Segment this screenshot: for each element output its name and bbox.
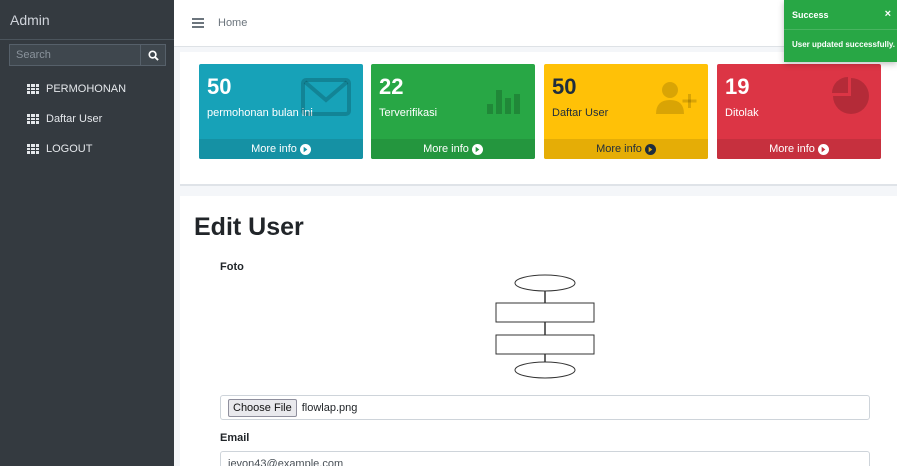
stats-panel: 50 permohonan bulan ini More info 22 Ter… bbox=[180, 52, 897, 186]
stat-box-ditolak: 19 Ditolak More info bbox=[717, 64, 881, 159]
more-info-link[interactable]: More info bbox=[717, 139, 881, 159]
more-info-label: More info bbox=[596, 143, 642, 155]
pie-chart-icon bbox=[832, 77, 869, 114]
choose-file-button[interactable]: Choose File bbox=[228, 398, 297, 417]
grid-icon bbox=[27, 114, 39, 124]
sidebar-item-permohonan[interactable]: PERMOHONAN bbox=[0, 74, 174, 104]
stat-box-daftar-user: 50 Daftar User More info bbox=[544, 64, 708, 159]
email-label: Email bbox=[220, 432, 250, 444]
stat-number: 22 bbox=[379, 74, 404, 99]
arrow-circle-right-icon bbox=[471, 143, 483, 155]
email-field[interactable] bbox=[220, 451, 870, 466]
user-plus-icon bbox=[656, 82, 697, 114]
toast-message: User updated successfully. bbox=[792, 40, 895, 49]
edit-user-form: Edit User Foto Choose File flowlap.png E… bbox=[180, 196, 897, 466]
page-title: Edit User bbox=[194, 213, 304, 241]
arrow-circle-right-icon bbox=[817, 143, 829, 155]
sidebar-item-daftar-user[interactable]: Daftar User bbox=[0, 104, 174, 134]
toast-header: Success × bbox=[784, 0, 897, 30]
stat-number: 19 bbox=[725, 74, 750, 99]
more-info-label: More info bbox=[769, 143, 815, 155]
arrow-circle-right-icon bbox=[299, 143, 311, 155]
stat-number: 50 bbox=[207, 74, 232, 99]
sidebar-item-label: LOGOUT bbox=[46, 143, 93, 155]
photo-preview bbox=[495, 274, 595, 379]
envelope-icon bbox=[301, 78, 351, 116]
bar-chart-icon bbox=[487, 90, 520, 114]
close-icon[interactable]: × bbox=[885, 8, 891, 20]
search-icon bbox=[147, 49, 159, 61]
stat-box-terverifikasi: 22 Terverifikasi More info bbox=[371, 64, 535, 159]
sidebar: Admin PERMOHONAN Daftar User LOGOUT bbox=[0, 0, 174, 466]
brand-title[interactable]: Admin bbox=[0, 0, 174, 40]
more-info-label: More info bbox=[251, 143, 297, 155]
photo-label: Foto bbox=[220, 261, 244, 273]
search-button[interactable] bbox=[140, 44, 166, 66]
more-info-label: More info bbox=[423, 143, 469, 155]
success-toast: Success × User updated successfully. bbox=[784, 0, 897, 62]
stat-label: permohonan bulan ini bbox=[207, 107, 313, 119]
arrow-circle-right-icon bbox=[644, 143, 656, 155]
stat-label: Terverifikasi bbox=[379, 107, 438, 119]
sidebar-item-logout[interactable]: LOGOUT bbox=[0, 134, 174, 164]
more-info-link[interactable]: More info bbox=[199, 139, 363, 159]
home-link[interactable]: Home bbox=[218, 17, 247, 29]
toast-title: Success bbox=[792, 9, 829, 20]
photo-file-input[interactable]: Choose File flowlap.png bbox=[220, 395, 870, 420]
stat-box-permohonan: 50 permohonan bulan ini More info bbox=[199, 64, 363, 159]
more-info-link[interactable]: More info bbox=[371, 139, 535, 159]
more-info-link[interactable]: More info bbox=[544, 139, 708, 159]
sidebar-search bbox=[9, 44, 166, 66]
selected-file-name: flowlap.png bbox=[301, 401, 358, 414]
grid-icon bbox=[27, 84, 39, 94]
search-input[interactable] bbox=[9, 44, 140, 66]
stat-number: 50 bbox=[552, 74, 577, 99]
stat-label: Ditolak bbox=[725, 107, 759, 119]
menu-toggle-icon[interactable] bbox=[192, 18, 204, 28]
stat-label: Daftar User bbox=[552, 107, 609, 119]
sidebar-item-label: PERMOHONAN bbox=[46, 83, 127, 95]
sidebar-item-label: Daftar User bbox=[46, 113, 103, 125]
grid-icon bbox=[27, 144, 39, 154]
